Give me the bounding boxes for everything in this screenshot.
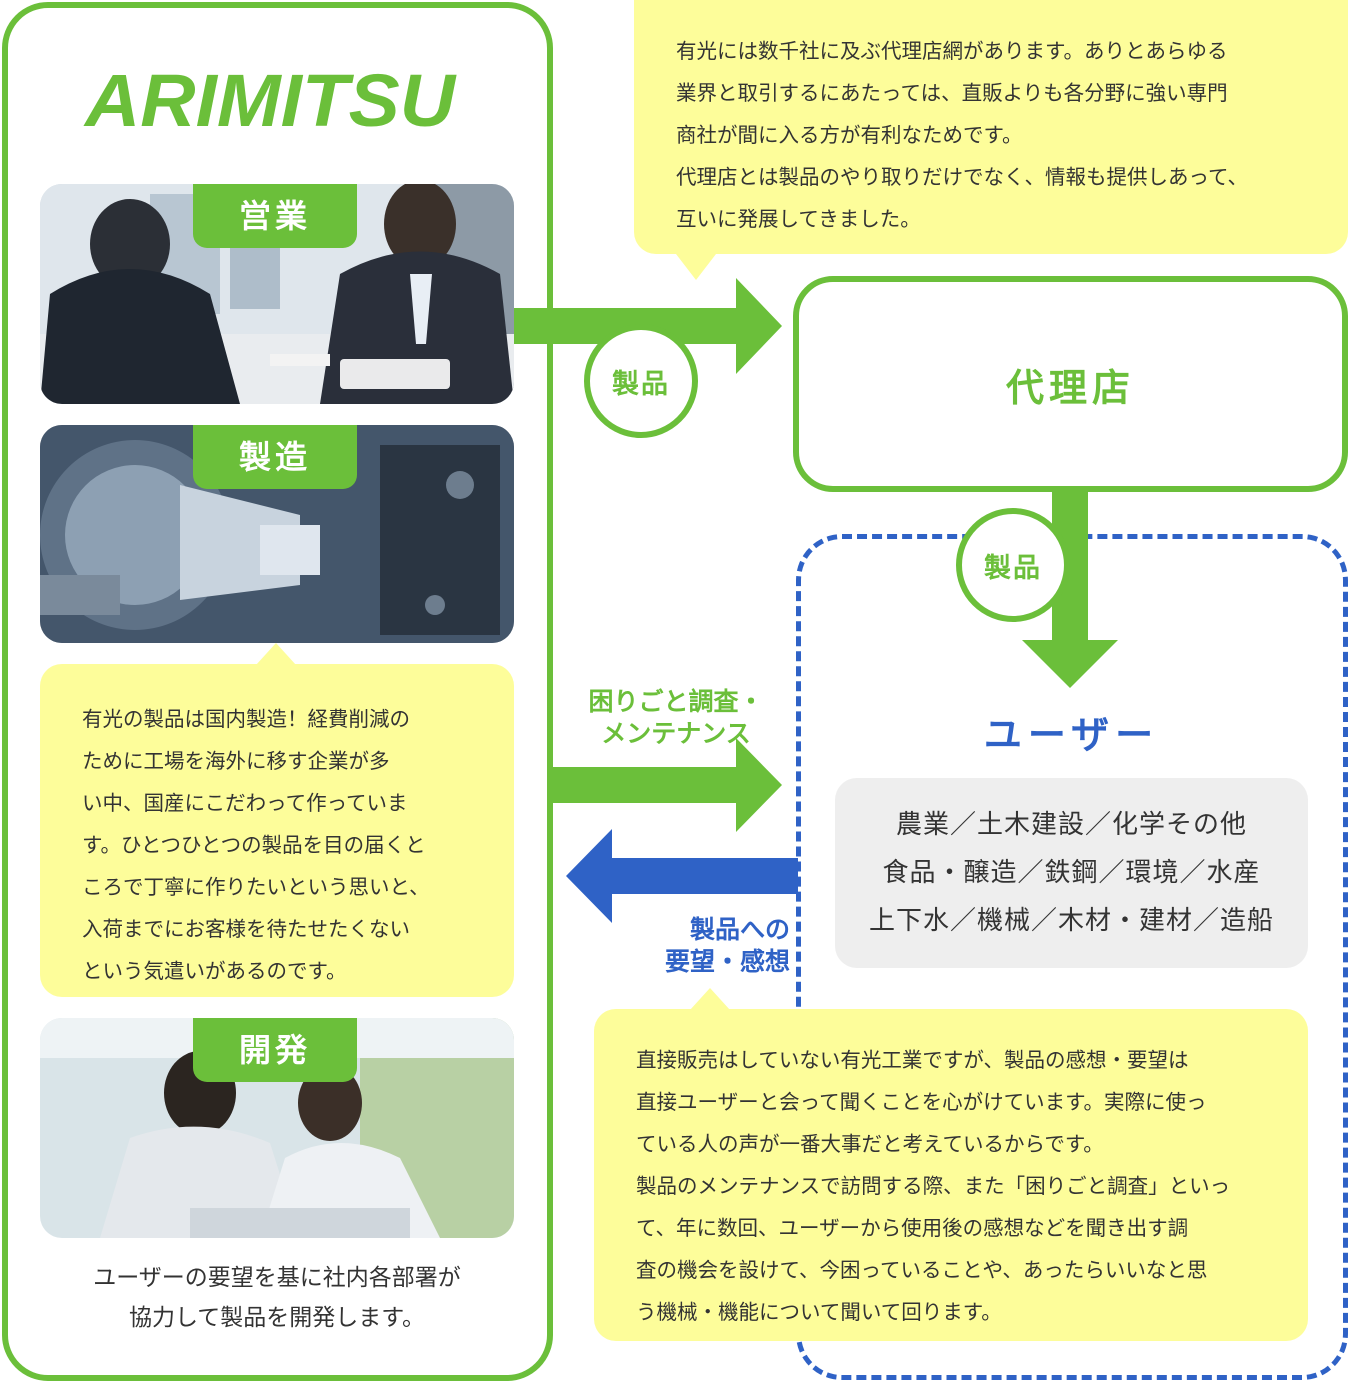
note-line: 直接ユーザーと会って聞くことを心がけています。実際に使っ bbox=[636, 1090, 1207, 1114]
note-line: 直接販売はしていない有光工業ですが、製品の感想・要望は bbox=[636, 1048, 1189, 1072]
product-circle-user: 製品 bbox=[956, 508, 1070, 622]
dealer-box: 代理店 bbox=[793, 276, 1348, 492]
dealer-label: 代理店 bbox=[1005, 365, 1135, 410]
service-label-line: 困りごと調査・ bbox=[588, 687, 764, 716]
user-title: ユーザー bbox=[983, 713, 1160, 757]
feedback-label-line: 製品への bbox=[689, 915, 790, 944]
arrow-product-to-user-head bbox=[1022, 640, 1118, 688]
industry-line: 食品・醸造／鉄鋼／環境／水産 bbox=[882, 858, 1261, 888]
arrow-service-head bbox=[736, 738, 782, 832]
note-line: 製品のメンテナンスで訪問する際、また「困りごと調査」といっ bbox=[636, 1174, 1231, 1198]
product-circle-dealer: 製品 bbox=[584, 324, 698, 438]
industry-line: 上下水／機械／木材・建材／造船 bbox=[868, 906, 1274, 936]
industry-line: 農業／土木建設／化学その他 bbox=[895, 810, 1247, 840]
note-line: う機械・機能について聞いて回ります。 bbox=[636, 1300, 1002, 1324]
industry-list: 農業／土木建設／化学その他 食品・醸造／鉄鋼／環境／水産 上下水／機械／木材・建… bbox=[835, 778, 1308, 968]
user-note: 直接販売はしていない有光工業ですが、製品の感想・要望は 直接ユーザーと会って聞く… bbox=[594, 1009, 1308, 1341]
service-label-line: メンテナンス bbox=[601, 719, 751, 748]
feedback-label-line: 要望・感想 bbox=[664, 947, 790, 976]
user-note-pointer bbox=[690, 988, 730, 1010]
arrow-feedback-head bbox=[566, 829, 612, 923]
arrow-product-to-dealer-head bbox=[736, 278, 782, 374]
note-line: 査の機会を設けて、今困っていることや、あったらいいなと思 bbox=[636, 1258, 1208, 1282]
feedback-label: 製品への 要望・感想 bbox=[630, 914, 790, 978]
arrow-feedback bbox=[610, 858, 798, 894]
arrow-service bbox=[553, 767, 741, 803]
service-label: 困りごと調査・ メンテナンス bbox=[566, 686, 786, 750]
note-line: ている人の声が一番大事だと考えているからです。 bbox=[636, 1132, 1104, 1156]
note-line: て、年に数回、ユーザーから使用後の感想などを聞き出す調 bbox=[636, 1216, 1189, 1240]
